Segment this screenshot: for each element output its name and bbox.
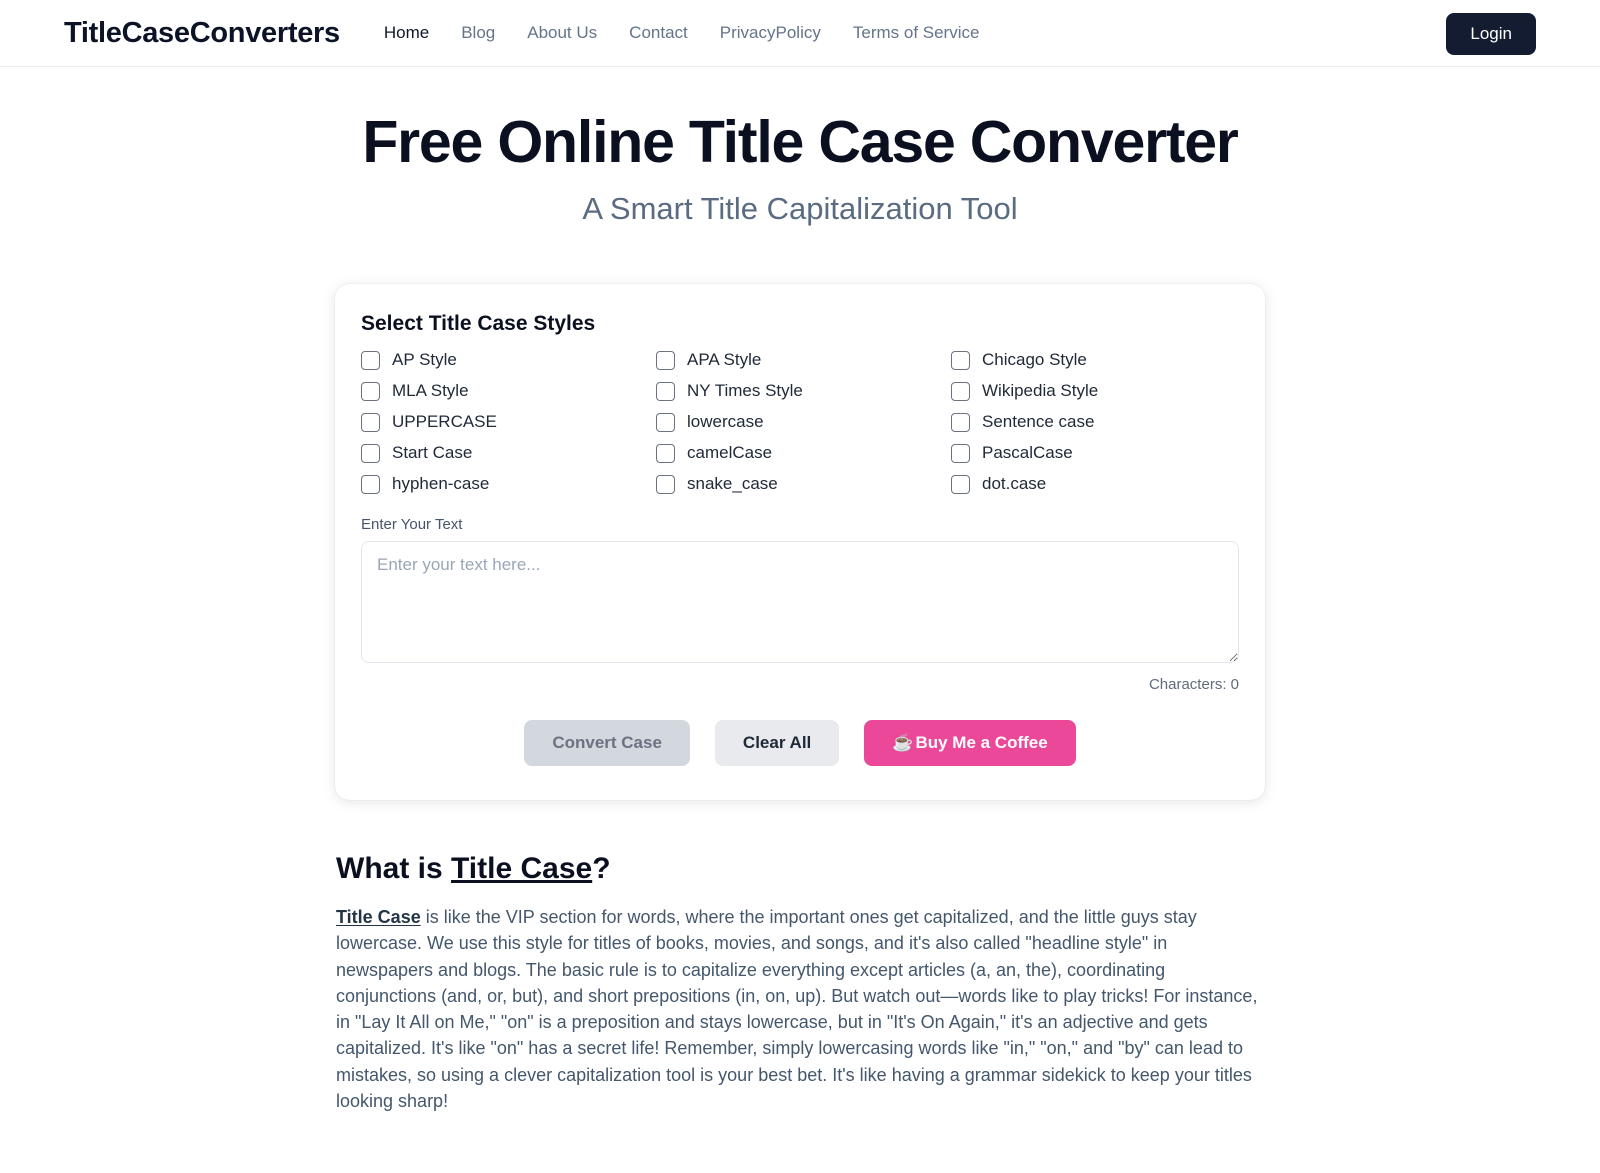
article-section: What is Title Case? Title Case is like t… xyxy=(335,852,1265,1114)
nav-link-blog[interactable]: Blog xyxy=(461,23,495,43)
style-option-label: Chicago Style xyxy=(982,350,1087,370)
style-option-chicago-style[interactable]: Chicago Style xyxy=(951,350,1246,370)
style-option-uppercase[interactable]: UPPERCASE xyxy=(361,412,656,432)
coffee-cup-icon: ☕ xyxy=(892,733,914,753)
main-navigation: Home Blog About Us Contact PrivacyPolicy… xyxy=(384,23,980,43)
style-option-ap-style[interactable]: AP Style xyxy=(361,350,656,370)
nav-link-privacy-policy[interactable]: PrivacyPolicy xyxy=(720,23,821,43)
clear-all-button[interactable]: Clear All xyxy=(714,720,840,767)
buy-me-a-coffee-button[interactable]: ☕ Buy Me a Coffee xyxy=(864,720,1076,767)
style-option-label: camelCase xyxy=(687,443,773,463)
style-option-hyphen-case[interactable]: hyphen-case xyxy=(361,474,656,494)
article-heading: What is Title Case? xyxy=(336,852,1264,886)
article-paragraph: Title Case is like the VIP section for w… xyxy=(336,904,1264,1114)
checkbox-icon[interactable] xyxy=(656,474,675,494)
style-option-label: APA Style xyxy=(687,350,762,370)
style-option-camelcase[interactable]: camelCase xyxy=(656,443,951,463)
hero-section: Free Online Title Case Converter A Smart… xyxy=(0,67,1600,227)
checkbox-icon[interactable] xyxy=(361,381,380,401)
style-option-label: dot.case xyxy=(982,474,1047,494)
style-option-dot-case[interactable]: dot.case xyxy=(951,474,1246,494)
style-option-ny-times-style[interactable]: NY Times Style xyxy=(656,381,951,401)
style-option-wikipedia-style[interactable]: Wikipedia Style xyxy=(951,381,1246,401)
article-body-text: is like the VIP section for words, where… xyxy=(336,907,1258,1111)
style-option-label: Wikipedia Style xyxy=(982,381,1099,401)
style-option-label: Start Case xyxy=(392,443,473,463)
style-option-pascalcase[interactable]: PascalCase xyxy=(951,443,1246,463)
login-button[interactable]: Login xyxy=(1446,13,1536,55)
text-input-label: Enter Your Text xyxy=(361,516,463,534)
style-option-label: hyphen-case xyxy=(392,474,490,494)
text-input[interactable] xyxy=(361,541,1239,664)
article-heading-link[interactable]: Title Case xyxy=(451,852,592,885)
buy-me-a-coffee-label: Buy Me a Coffee xyxy=(915,733,1048,753)
checkbox-icon[interactable] xyxy=(656,412,675,432)
style-option-lowercase[interactable]: lowercase xyxy=(656,412,951,432)
style-option-label: snake_case xyxy=(687,474,778,494)
nav-link-home[interactable]: Home xyxy=(384,23,429,43)
checkbox-icon[interactable] xyxy=(361,350,380,370)
article-heading-prefix: What is xyxy=(336,852,452,886)
article-heading-suffix: ? xyxy=(592,852,611,886)
checkbox-icon[interactable] xyxy=(361,443,380,463)
style-option-label: AP Style xyxy=(392,350,457,370)
style-option-label: Sentence case xyxy=(982,412,1095,432)
style-option-snake-case[interactable]: snake_case xyxy=(656,474,951,494)
page-title: Free Online Title Case Converter xyxy=(362,109,1239,175)
checkbox-icon[interactable] xyxy=(361,474,380,494)
style-option-label: PascalCase xyxy=(982,443,1073,463)
checkbox-icon[interactable] xyxy=(951,412,970,432)
brand-logo[interactable]: TitleCaseConverters xyxy=(64,17,340,50)
style-option-label: MLA Style xyxy=(392,381,469,401)
style-option-label: UPPERCASE xyxy=(392,412,497,432)
nav-link-contact[interactable]: Contact xyxy=(629,23,688,43)
nav-link-terms-of-service[interactable]: Terms of Service xyxy=(853,23,980,43)
nav-link-about-us[interactable]: About Us xyxy=(527,23,597,43)
checkbox-icon[interactable] xyxy=(656,381,675,401)
converter-card: Select Title Case Styles AP Style APA St… xyxy=(335,284,1265,801)
style-option-sentence-case[interactable]: Sentence case xyxy=(951,412,1246,432)
checkbox-icon[interactable] xyxy=(951,381,970,401)
style-option-start-case[interactable]: Start Case xyxy=(361,443,656,463)
character-counter: Characters: 0 xyxy=(1148,676,1239,694)
style-option-mla-style[interactable]: MLA Style xyxy=(361,381,656,401)
styles-section-title: Select Title Case Styles xyxy=(361,312,596,336)
checkbox-icon[interactable] xyxy=(951,443,970,463)
page-subtitle: A Smart Title Capitalization Tool xyxy=(582,191,1018,227)
site-header: TitleCaseConverters Home Blog About Us C… xyxy=(0,0,1600,67)
style-option-label: NY Times Style xyxy=(687,381,803,401)
style-checkbox-grid: AP Style APA Style Chicago Style MLA Sty… xyxy=(361,350,1239,494)
article-lead-term[interactable]: Title Case xyxy=(336,907,421,927)
checkbox-icon[interactable] xyxy=(656,350,675,370)
style-option-label: lowercase xyxy=(687,412,764,432)
checkbox-icon[interactable] xyxy=(656,443,675,463)
style-option-apa-style[interactable]: APA Style xyxy=(656,350,951,370)
checkbox-icon[interactable] xyxy=(951,350,970,370)
action-buttons: Convert Case Clear All ☕ Buy Me a Coffee xyxy=(361,720,1239,767)
checkbox-icon[interactable] xyxy=(361,412,380,432)
convert-case-button[interactable]: Convert Case xyxy=(524,720,690,767)
checkbox-icon[interactable] xyxy=(951,474,970,494)
